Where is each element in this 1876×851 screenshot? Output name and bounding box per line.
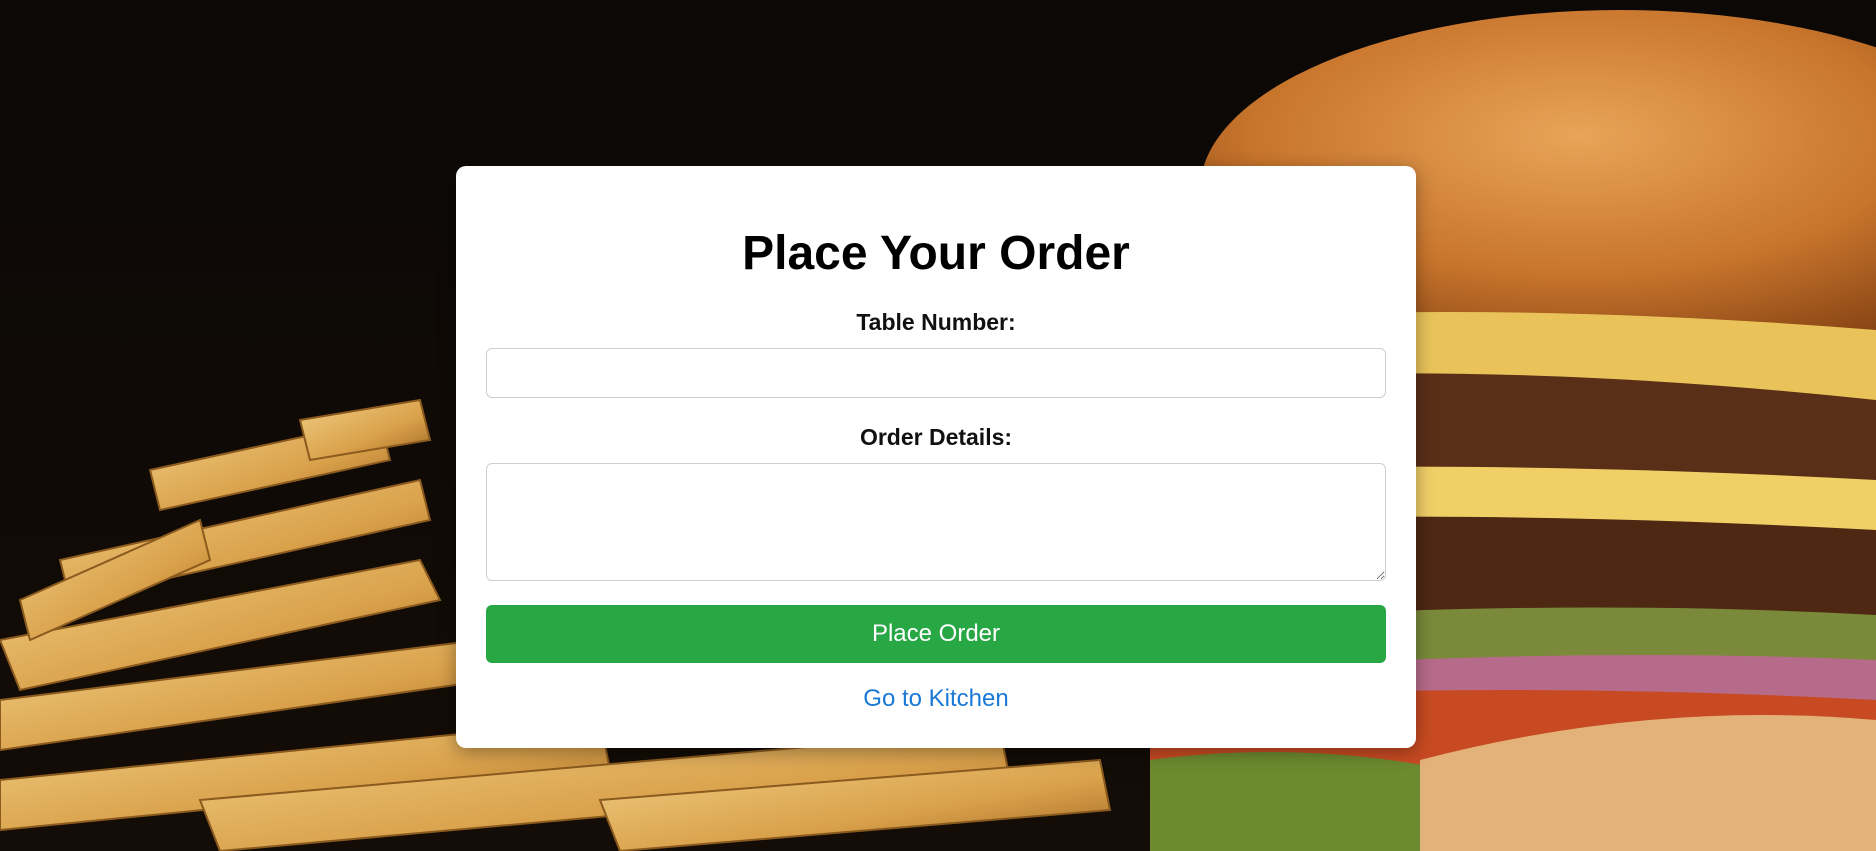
table-number-input[interactable] xyxy=(486,348,1386,398)
order-form-card: Place Your Order Table Number: Order Det… xyxy=(456,166,1416,748)
page-title: Place Your Order xyxy=(742,227,1130,280)
go-to-kitchen-link[interactable]: Go to Kitchen xyxy=(486,687,1386,711)
order-details-label: Order Details: xyxy=(859,424,1013,450)
table-number-label: Table Number: xyxy=(856,309,1016,335)
place-order-button[interactable]: Place Order xyxy=(486,605,1386,663)
order-details-textarea[interactable] xyxy=(486,463,1386,581)
